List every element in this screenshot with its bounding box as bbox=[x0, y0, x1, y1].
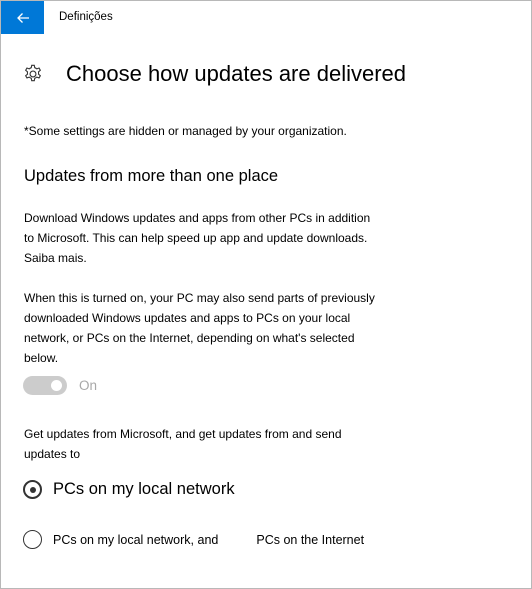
radio-button-checked[interactable] bbox=[23, 480, 42, 499]
delivery-optimization-toggle[interactable] bbox=[23, 376, 67, 395]
description-line: to Microsoft. This can help speed up app… bbox=[24, 231, 368, 245]
back-arrow-icon bbox=[16, 12, 29, 23]
managed-settings-note: *Some settings are hidden or managed by … bbox=[24, 124, 347, 138]
back-button[interactable] bbox=[1, 1, 44, 34]
toggle-knob bbox=[51, 380, 62, 391]
radio-local-network[interactable]: PCs on my local network bbox=[23, 480, 235, 499]
title-bar: Definições bbox=[1, 1, 531, 34]
toggle-state-label: On bbox=[79, 378, 98, 393]
section-detail: When this is turned on, your PC may also… bbox=[24, 288, 404, 368]
radio-button[interactable] bbox=[23, 530, 42, 549]
section-description: Download Windows updates and apps from o… bbox=[24, 208, 404, 268]
radio-label: PCs on my local network bbox=[53, 480, 235, 498]
prompt-line: Get updates from Microsoft, and get upda… bbox=[24, 427, 342, 441]
detail-line: below. bbox=[24, 351, 59, 365]
detail-line: network, or PCs on the Internet, dependi… bbox=[24, 331, 355, 345]
settings-window: Definições Choose how updates are delive… bbox=[0, 0, 532, 589]
radio-local-and-internet[interactable]: PCs on my local network, and PCs on the I… bbox=[23, 530, 364, 549]
radio-label-part2: PCs on the Internet bbox=[256, 532, 365, 547]
gear-icon bbox=[24, 64, 42, 82]
radio-label: PCs on my local network, and PCs on the I… bbox=[53, 533, 364, 547]
detail-line: When this is turned on, your PC may also… bbox=[24, 291, 375, 305]
prompt-line: updates to bbox=[24, 447, 81, 461]
description-line: Download Windows updates and apps from o… bbox=[24, 211, 371, 225]
radio-label-part1: PCs on my local network, and bbox=[53, 532, 219, 547]
options-prompt: Get updates from Microsoft, and get upda… bbox=[24, 424, 404, 464]
detail-line: downloaded Windows updates and apps to P… bbox=[24, 311, 351, 325]
section-title: Updates from more than one place bbox=[24, 167, 279, 185]
learn-more-link[interactable]: Saiba mais. bbox=[24, 248, 404, 268]
app-title: Definições bbox=[59, 11, 113, 23]
page-title: Choose how updates are delivered bbox=[66, 61, 407, 86]
